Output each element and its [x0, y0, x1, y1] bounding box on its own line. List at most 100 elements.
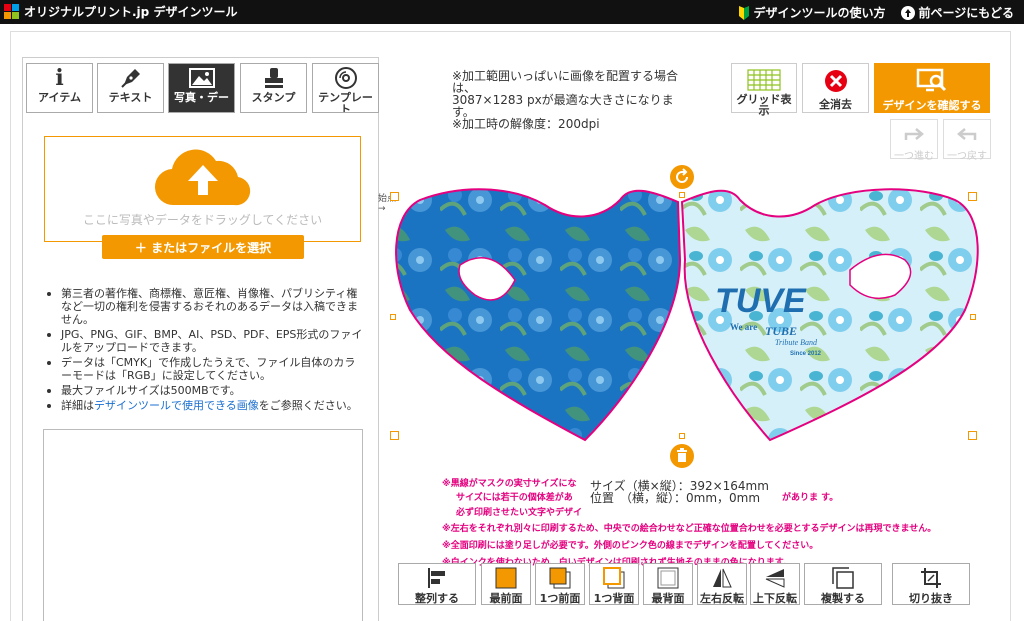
flip-vertical-button[interactable]: 上下反転	[750, 563, 800, 605]
undo-button[interactable]: 一つ戻す	[943, 119, 991, 162]
grid-button[interactable]: グリッド表示	[731, 63, 797, 117]
confirm-design-button[interactable]: デザインを確認する	[874, 63, 990, 113]
tab-stamp-label: スタンプ	[251, 91, 296, 104]
duplicate-button[interactable]: 複製する	[804, 563, 882, 605]
note-detail-prefix: 詳細は	[61, 399, 94, 412]
note-item: 詳細はデザインツールで使用できる画像をご参照ください。	[45, 399, 363, 412]
resize-handle[interactable]	[968, 431, 977, 440]
redo-button[interactable]: 一つ進む	[890, 119, 938, 162]
bring-front-button[interactable]: 最前面	[481, 563, 531, 605]
tab-stamp[interactable]: スタンプ	[240, 63, 307, 113]
info-icon: i	[55, 65, 64, 91]
upload-notes: 第三者の著作権、商標権、意匠権、肖像権、パブリシティ権など一切の権利を侵害するお…	[45, 287, 363, 414]
logo-tuve: TUVE	[715, 282, 807, 320]
resize-handle[interactable]	[968, 192, 977, 201]
template-icon	[334, 67, 357, 89]
send-back-icon	[657, 567, 679, 589]
warning-text: サイズには若干の個体差があ	[456, 493, 573, 503]
crop-label: 切り抜き	[909, 592, 953, 605]
usable-images-link[interactable]: デザインツールで使用できる画像	[94, 399, 259, 412]
tab-item[interactable]: i アイテム	[26, 63, 93, 113]
clear-label: 全消去	[819, 98, 852, 111]
redo-icon	[904, 128, 924, 140]
howto-label: デザインツールの使い方	[753, 6, 886, 20]
tab-template[interactable]: テンプレート	[312, 63, 379, 113]
select-file-button[interactable]: ＋ またはファイルを選択	[102, 235, 304, 259]
pen-icon	[120, 69, 140, 88]
align-icon	[428, 568, 445, 588]
clear-all-button[interactable]: 全消去	[802, 63, 869, 113]
print-info-line2: 3087×1283 pxが最適な大きさになります。	[452, 93, 674, 119]
logo-text: オリジナルプリント.jp デザインツール	[24, 5, 238, 19]
print-info-line3: ※加工時の解像度：200dpi	[452, 117, 600, 131]
send-back-label: 最背面	[651, 592, 685, 605]
svg-text:TUBE: TUBE	[765, 324, 797, 338]
flip-horizontal-icon	[713, 568, 732, 588]
send-back-button[interactable]: 最背面	[643, 563, 693, 605]
top-bar: オリジナルプリント.jp デザインツール デザインツールの使い方 前ページにもど…	[0, 0, 1024, 24]
crop-icon	[921, 568, 941, 588]
tab-item-label: アイテム	[38, 91, 81, 104]
note-item: データは「CMYK」で作成したうえで、ファイル自体のカラーモードは「RGB」に設…	[45, 356, 363, 382]
align-button[interactable]: 整列する	[398, 563, 476, 605]
flip-horizontal-button[interactable]: 左右反転	[697, 563, 747, 605]
note-detail-suffix: をご参照ください。	[258, 399, 358, 412]
logo-mark-icon	[4, 3, 20, 20]
stamp-icon	[264, 68, 283, 88]
grid-icon	[747, 69, 781, 91]
note-item: 第三者の著作権、商標権、意匠権、肖像権、パブリシティ権など一切の権利を侵害するお…	[45, 287, 363, 326]
warning-text: がありま す。	[782, 493, 839, 503]
monitor-search-icon	[916, 68, 947, 92]
warning-text: ※黒線がマスクの実寸サイズにな	[442, 479, 577, 489]
resize-handle[interactable]	[390, 192, 399, 201]
resize-handle[interactable]	[390, 314, 396, 320]
send-backward-button[interactable]: 1つ背面	[589, 563, 639, 605]
note-item: 最大ファイルサイズは500MBです。	[45, 384, 363, 397]
tab-template-label: テンプレート	[318, 91, 373, 113]
send-backward-icon	[603, 567, 625, 589]
confirm-label: デザインを確認する	[882, 99, 982, 112]
design-canvas[interactable]: TUVE We are TUBE Tribute Band Since 2012	[380, 160, 1000, 460]
note-item: JPG、PNG、GIF、BMP、AI、PSD、PDF、EPS形式のファイルをアッ…	[45, 328, 363, 354]
align-label: 整列する	[415, 592, 459, 605]
drop-text: ここに写真やデータをドラッグしてください	[82, 213, 323, 227]
uploaded-images-gallery[interactable]	[43, 429, 363, 621]
warning-text: ※全面印刷には塗り足しが必要です。外側のピンク色の線までデザインを配置してくださ…	[442, 541, 819, 551]
bring-forward-button[interactable]: 1つ前面	[535, 563, 585, 605]
send-backward-label: 1つ背面	[593, 592, 635, 605]
tab-text-label: テキスト	[108, 91, 153, 104]
print-info-line1: ※加工範囲いっぱいに画像を配置する場合は、	[452, 69, 679, 95]
mask-left	[395, 188, 682, 442]
flip-vertical-label: 上下反転	[753, 592, 797, 605]
resize-handle[interactable]	[679, 192, 685, 198]
resize-handle[interactable]	[390, 431, 399, 440]
warning-text: 必ず印刷させたい文字やデザイ	[456, 508, 583, 518]
howto-link[interactable]: デザインツールの使い方	[738, 4, 885, 21]
upload-dropzone[interactable]: ここに写真やデータをドラッグしてください	[44, 136, 361, 242]
flip-horizontal-label: 左右反転	[700, 592, 744, 605]
back-arrow-icon	[901, 5, 916, 20]
cloud-upload-icon	[154, 149, 251, 206]
back-label: 前ページにもどる	[918, 6, 1014, 20]
site-logo[interactable]: オリジナルプリント.jp デザインツール	[4, 3, 237, 20]
resize-handle[interactable]	[679, 433, 685, 439]
warning-text: ※左右をそれぞれ別々に印刷するため、中央での絵合わせなど正確な位置合わせを必要と…	[442, 524, 937, 534]
bring-front-icon	[495, 567, 517, 589]
undo-icon	[957, 128, 977, 140]
rotate-icon[interactable]	[670, 165, 694, 189]
resize-handle[interactable]	[970, 314, 976, 320]
duplicate-label: 複製する	[821, 592, 865, 605]
tab-photo-label: 写真・デー	[174, 91, 229, 104]
print-info: ※加工範囲いっぱいに画像を配置する場合は、 3087×1283 pxが最適な大き…	[452, 70, 682, 130]
trash-icon[interactable]	[670, 444, 694, 468]
svg-text:We are: We are	[730, 322, 757, 332]
back-link[interactable]: 前ページにもどる	[901, 4, 1014, 21]
svg-text:Since 2012: Since 2012	[790, 351, 822, 357]
tab-photo[interactable]: 写真・デー	[168, 63, 235, 113]
crop-button[interactable]: 切り抜き	[892, 563, 970, 605]
grid-label: グリッド表示	[736, 93, 792, 117]
duplicate-icon	[832, 567, 854, 589]
bring-forward-label: 1つ前面	[539, 592, 581, 605]
position-readout: 位置 （横，縦）：0mm，0mm	[590, 491, 761, 505]
tab-text[interactable]: テキスト	[97, 63, 164, 113]
